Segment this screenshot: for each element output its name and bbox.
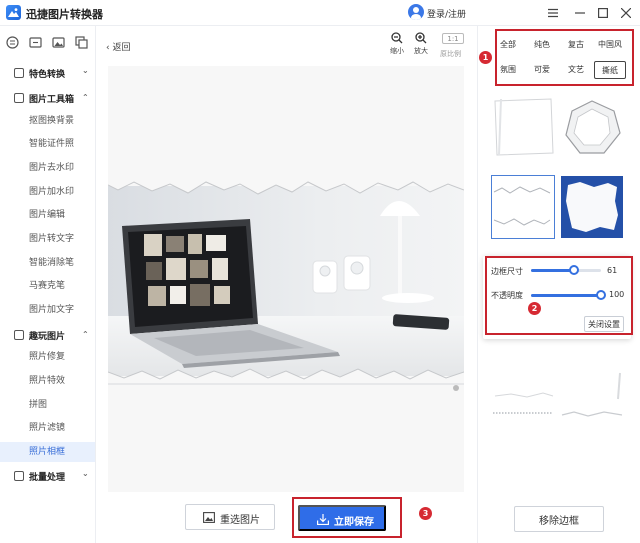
sidebar-item[interactable]: 图片编辑	[0, 205, 95, 225]
image-icon	[203, 512, 215, 523]
preview-canvas	[107, 66, 465, 492]
category-feature-convert[interactable]: 特色转换 ⌄	[14, 66, 94, 81]
tag-all[interactable]: 全部	[492, 36, 524, 54]
sidebar-item[interactable]: 照片特效	[0, 371, 95, 391]
tag-cute[interactable]: 可爱	[526, 61, 558, 79]
category-batch[interactable]: 批量处理 ⌄	[14, 469, 94, 484]
border-size-handle[interactable]	[569, 265, 579, 275]
sidebar-item[interactable]: 图片加水印	[0, 182, 95, 202]
tag-retro[interactable]: 复古	[560, 36, 592, 54]
tag-atmosphere[interactable]: 氛围	[492, 61, 524, 79]
opacity-handle[interactable]	[596, 290, 606, 300]
login-link[interactable]: 登录/注册	[427, 7, 466, 20]
sidebar-item[interactable]: 图片去水印	[0, 158, 95, 178]
category-label: 趣玩图片	[29, 332, 66, 342]
menu-icon[interactable]	[544, 4, 562, 22]
sidebar-top-icons	[0, 36, 96, 52]
app-window: 迅捷图片转换器 登录/注册 特色转换 ⌄ 图片工具箱 ⌃ 抠图换背景 智能证件照…	[0, 0, 640, 543]
category-icon	[14, 93, 24, 103]
save-now-button[interactable]: 立即保存	[298, 505, 386, 531]
zoom-in-icon	[415, 32, 427, 44]
chevron-up-icon: ⌃	[82, 330, 89, 339]
tag-literary[interactable]: 文艺	[560, 61, 592, 79]
maximize-icon[interactable]	[594, 4, 612, 22]
opacity-fill	[531, 294, 601, 297]
frame-thumbnail[interactable]	[560, 409, 624, 429]
chevron-down-icon: ⌄	[82, 469, 89, 478]
remove-border-button[interactable]: 移除边框	[514, 506, 604, 532]
close-icon[interactable]	[617, 4, 635, 22]
category-icon	[14, 68, 24, 78]
reselect-label: 重选图片	[220, 515, 260, 526]
sidebar-item[interactable]: 照片滤镜	[0, 418, 95, 438]
frame-thumbnail[interactable]	[491, 409, 555, 429]
tag-solid[interactable]: 纯色	[526, 36, 558, 54]
tag-chinese[interactable]: 中国风	[594, 36, 626, 54]
ratio-label: 原比例	[440, 50, 461, 58]
sidebar-item[interactable]: 智能证件照	[0, 134, 95, 154]
category-icon	[14, 330, 24, 340]
user-avatar-icon[interactable]	[408, 4, 424, 20]
save-label: 立即保存	[334, 517, 374, 528]
tag-torn-paper[interactable]: 撕纸	[594, 61, 626, 79]
chevron-down-icon: ⌄	[82, 66, 89, 75]
zoom-in-button[interactable]: 放大	[410, 32, 432, 56]
category-fun-images[interactable]: 趣玩图片 ⌃	[14, 329, 94, 343]
close-settings-button[interactable]: 关闭设置	[584, 316, 624, 332]
copy-icon[interactable]	[75, 36, 89, 50]
convert-icon[interactable]	[29, 36, 43, 50]
annotation-badge-1: 1	[479, 51, 492, 64]
frame-thumbnail[interactable]	[491, 374, 555, 404]
ratio-button[interactable]: 1:1	[442, 33, 464, 44]
sidebar-item[interactable]: 马赛克笔	[0, 276, 95, 296]
border-size-fill	[531, 269, 574, 272]
app-title: 迅捷图片转换器	[26, 8, 103, 21]
sidebar: 特色转换 ⌄ 图片工具箱 ⌃ 抠图换背景 智能证件照 图片去水印 图片加水印 图…	[0, 26, 96, 543]
frame-thumbnail[interactable]	[560, 175, 624, 239]
annotation-badge-3: 3	[419, 507, 432, 520]
back-button[interactable]: ‹ 返回	[106, 40, 130, 53]
sidebar-item-photo-frame[interactable]: 照片相框	[0, 442, 95, 462]
opacity-slider[interactable]	[531, 290, 606, 300]
frame-settings-popup: 边框尺寸 61 不透明度 100 关闭设置	[483, 256, 631, 339]
category-label: 批量处理	[29, 473, 66, 483]
minimize-icon[interactable]	[571, 4, 589, 22]
border-size-label: 边框尺寸	[491, 267, 523, 276]
frame-thumbnail[interactable]	[560, 95, 624, 159]
app-logo-icon	[6, 5, 21, 20]
border-size-value: 61	[607, 266, 618, 275]
sidebar-item[interactable]: 智能消除笔	[0, 253, 95, 273]
zoom-out-button[interactable]: 缩小	[386, 32, 408, 56]
category-label: 图片工具箱	[29, 95, 75, 105]
zoom-out-label: 缩小	[390, 47, 404, 55]
frame-thumbnail[interactable]	[560, 369, 624, 404]
download-icon	[317, 514, 329, 525]
sidebar-item[interactable]: 拼图	[0, 395, 95, 415]
chevron-up-icon: ⌃	[82, 93, 89, 102]
frame-thumbnail-selected[interactable]	[491, 175, 555, 239]
frame-thumbnail[interactable]	[491, 95, 555, 159]
sidebar-item[interactable]: 图片加文字	[0, 300, 95, 320]
annotation-badge-2: 2	[528, 302, 541, 315]
sidebar-item[interactable]: 图片转文字	[0, 229, 95, 249]
layers-icon[interactable]	[6, 36, 20, 50]
reselect-image-button[interactable]: 重选图片	[185, 504, 275, 530]
sidebar-item[interactable]: 照片修复	[0, 347, 95, 367]
title-bar: 迅捷图片转换器 登录/注册	[0, 0, 640, 26]
sidebar-item[interactable]: 抠图换背景	[0, 111, 95, 131]
back-label: 返回	[112, 43, 131, 53]
border-size-slider[interactable]	[531, 265, 601, 275]
category-image-toolbox[interactable]: 图片工具箱 ⌃	[14, 92, 94, 106]
framed-photo	[107, 66, 465, 492]
opacity-label: 不透明度	[491, 291, 523, 300]
zoom-in-label: 放大	[414, 47, 428, 55]
category-label: 特色转换	[29, 70, 66, 80]
opacity-value: 100	[609, 290, 625, 299]
zoom-out-icon	[391, 32, 403, 44]
category-icon	[14, 471, 24, 481]
image-icon[interactable]	[52, 36, 66, 50]
